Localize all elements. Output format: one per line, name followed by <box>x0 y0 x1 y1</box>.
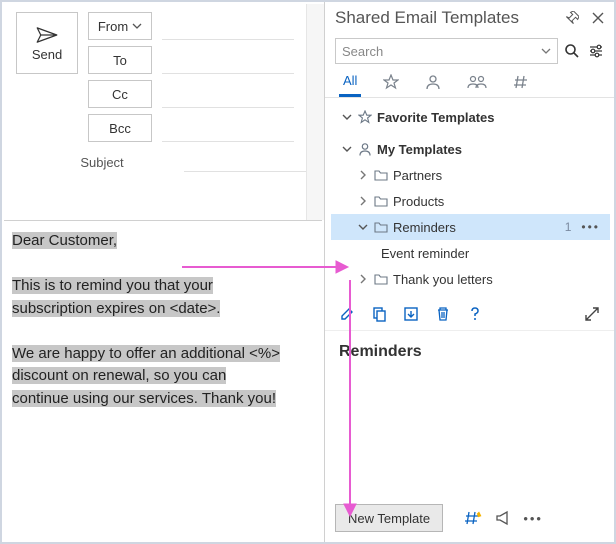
compose-header: Send From To Cc Bcc <box>2 2 324 142</box>
folder-icon <box>373 169 389 181</box>
body-line: continue using our services. Thank you! <box>12 390 276 407</box>
tree-my-templates[interactable]: My Templates <box>331 136 610 162</box>
email-body[interactable]: Dear Customer, This is to remind you tha… <box>12 230 314 410</box>
tree-folder-thankyou[interactable]: Thank you letters <box>331 266 610 292</box>
compose-pane: Send From To Cc Bcc <box>2 2 324 542</box>
chevron-down-icon[interactable] <box>541 48 551 54</box>
bcc-button[interactable]: Bcc <box>88 114 152 142</box>
chevron-down-icon <box>341 114 353 121</box>
announce-icon[interactable] <box>493 508 513 528</box>
delete-icon[interactable] <box>433 304 453 324</box>
folder-icon <box>373 195 389 207</box>
folder-icon <box>373 273 389 285</box>
tab-personal[interactable] <box>421 67 445 97</box>
more-icon[interactable]: ••• <box>523 508 543 528</box>
body-line: This is to remind you that your <box>12 277 213 294</box>
body-line: discount on renewal, so you can <box>12 367 226 384</box>
scrollbar[interactable] <box>306 4 324 220</box>
from-button[interactable]: From <box>88 12 152 40</box>
search-icon[interactable] <box>562 41 582 61</box>
tree-folder-partners[interactable]: Partners <box>331 162 610 188</box>
folder-icon <box>373 221 389 233</box>
from-field[interactable] <box>162 12 294 40</box>
templates-pane: Shared Email Templates Search All <box>324 2 614 542</box>
chevron-right-icon <box>357 274 369 284</box>
tab-team[interactable] <box>463 67 491 97</box>
copy-icon[interactable] <box>369 304 389 324</box>
subject-field[interactable] <box>184 152 312 172</box>
panel-header: Shared Email Templates <box>325 2 614 32</box>
tree-favorites[interactable]: Favorite Templates <box>331 104 610 130</box>
star-icon <box>357 110 373 124</box>
panel-title: Shared Email Templates <box>335 8 556 28</box>
send-label: Send <box>32 47 62 62</box>
tree-label: Thank you letters <box>393 272 493 287</box>
chevron-down-icon <box>341 146 353 153</box>
item-toolbar <box>325 296 614 331</box>
body-line: Dear Customer, <box>12 232 117 249</box>
chevron-right-icon <box>357 196 369 206</box>
body-line: We are happy to offer an additional <%> <box>12 345 280 362</box>
from-label: From <box>98 19 128 34</box>
chevron-right-icon <box>357 170 369 180</box>
subject-row: Subject <box>2 142 324 172</box>
tree-folder-products[interactable]: Products <box>331 188 610 214</box>
tree-label: Reminders <box>393 220 456 235</box>
send-icon <box>36 27 58 43</box>
subject-label: Subject <box>30 155 174 170</box>
filter-tabs: All <box>325 68 614 98</box>
person-icon <box>425 74 441 90</box>
hash-icon <box>513 74 529 90</box>
tree-label: Favorite Templates <box>377 110 495 125</box>
detail-heading: Reminders <box>325 331 614 365</box>
cc-field[interactable] <box>162 80 294 108</box>
close-icon[interactable] <box>588 8 608 28</box>
star-icon <box>383 74 399 90</box>
cc-button[interactable]: Cc <box>88 80 152 108</box>
tab-favorites[interactable] <box>379 67 403 97</box>
tree-label: Partners <box>393 168 442 183</box>
tree-label: Event reminder <box>381 246 469 261</box>
body-line: subscription expires on <date>. <box>12 300 220 317</box>
hash-action-icon[interactable] <box>463 508 483 528</box>
help-icon[interactable] <box>465 304 485 324</box>
cc-label: Cc <box>112 87 128 102</box>
tree-label: Products <box>393 194 444 209</box>
tab-all[interactable]: All <box>339 67 361 97</box>
chevron-down-icon <box>357 224 369 231</box>
search-row: Search <box>325 32 614 68</box>
edit-icon[interactable] <box>337 304 357 324</box>
expand-icon[interactable] <box>582 304 602 324</box>
more-icon[interactable]: ••• <box>581 220 602 234</box>
bcc-field[interactable] <box>162 114 294 142</box>
bottom-bar: New Template ••• <box>325 500 614 536</box>
tree-item-event-reminder[interactable]: Event reminder <box>331 240 610 266</box>
new-template-button[interactable]: New Template <box>335 504 443 532</box>
person-icon <box>357 142 373 156</box>
search-placeholder: Search <box>342 44 383 59</box>
tree-folder-reminders[interactable]: Reminders 1 ••• <box>331 214 610 240</box>
people-icon <box>467 74 487 90</box>
to-field[interactable] <box>162 46 294 74</box>
template-tree: Favorite Templates My Templates Partners… <box>325 98 614 296</box>
chevron-down-icon <box>132 23 142 29</box>
item-count: 1 <box>565 220 572 234</box>
search-input[interactable]: Search <box>335 38 558 64</box>
tree-label: My Templates <box>377 142 462 157</box>
to-label: To <box>113 53 127 68</box>
import-icon[interactable] <box>401 304 421 324</box>
settings-sliders-icon[interactable] <box>586 41 606 61</box>
tab-tags[interactable] <box>509 67 533 97</box>
bcc-label: Bcc <box>109 121 131 136</box>
pin-icon[interactable] <box>562 8 582 28</box>
send-button[interactable]: Send <box>16 12 78 74</box>
to-button[interactable]: To <box>88 46 152 74</box>
divider <box>4 220 322 221</box>
